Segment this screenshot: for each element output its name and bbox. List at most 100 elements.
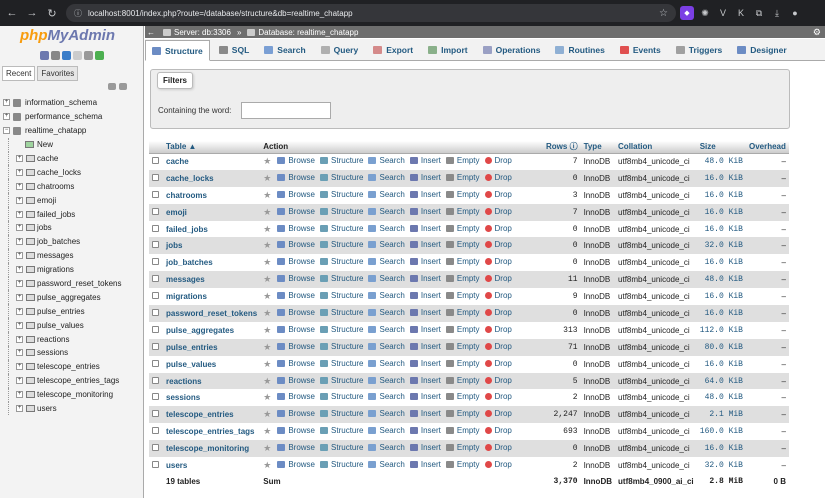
browse-action[interactable]: Browse: [277, 392, 315, 401]
insert-action[interactable]: Insert: [409, 257, 441, 266]
favorite-star-icon[interactable]: ★: [263, 460, 271, 470]
structure-action[interactable]: Structure: [320, 224, 363, 233]
logout-icon[interactable]: [51, 51, 60, 60]
tree-item-users[interactable]: + users: [0, 401, 144, 416]
expand-icon[interactable]: +: [16, 391, 23, 399]
expand-icon[interactable]: +: [16, 335, 23, 343]
tab-triggers[interactable]: Triggers: [670, 40, 729, 60]
table-size[interactable]: 16.0 KiB: [696, 203, 746, 221]
table-name-link[interactable]: jobs: [163, 237, 261, 255]
browse-action[interactable]: Browse: [277, 443, 315, 452]
collapse-all-icon[interactable]: [108, 83, 116, 90]
expand-icon[interactable]: +: [16, 293, 23, 301]
browse-action[interactable]: Browse: [277, 325, 315, 334]
insert-action[interactable]: Insert: [409, 359, 441, 368]
favorite-star-icon[interactable]: ★: [263, 409, 271, 419]
extension-gear-icon[interactable]: ✺: [698, 6, 712, 20]
search-action[interactable]: Search: [368, 409, 405, 418]
expand-icon[interactable]: +: [16, 238, 23, 246]
browse-action[interactable]: Browse: [277, 359, 315, 368]
tree-item-chatrooms[interactable]: + chatrooms: [0, 179, 144, 194]
download-icon[interactable]: ⤓: [770, 6, 784, 20]
favorite-star-icon[interactable]: ★: [263, 274, 271, 284]
favorite-star-icon[interactable]: ★: [263, 173, 271, 183]
settings-icon[interactable]: [84, 51, 93, 60]
structure-action[interactable]: Structure: [320, 409, 363, 418]
tab-query[interactable]: Query: [315, 40, 365, 60]
favorite-star-icon[interactable]: ★: [263, 224, 271, 234]
search-action[interactable]: Search: [368, 224, 405, 233]
tree-item-performance_schema[interactable]: + performance_schema: [0, 110, 144, 124]
drop-action[interactable]: Drop: [484, 426, 512, 435]
expand-icon[interactable]: +: [16, 210, 23, 218]
table-name-link[interactable]: cache: [163, 153, 261, 170]
tab-events[interactable]: Events: [614, 40, 667, 60]
search-action[interactable]: Search: [368, 207, 405, 216]
empty-action[interactable]: Empty: [445, 240, 480, 249]
expand-icon[interactable]: +: [16, 405, 23, 413]
table-size[interactable]: 16.0 KiB: [696, 186, 746, 204]
favorite-star-icon[interactable]: ★: [263, 207, 271, 217]
table-name-link[interactable]: pulse_aggregates: [163, 321, 261, 339]
reload-icon[interactable]: ↻: [44, 5, 60, 21]
row-checkbox[interactable]: [152, 207, 159, 215]
phpmyadmin-logo[interactable]: phpMyAdmin: [20, 27, 115, 44]
search-action[interactable]: Search: [368, 308, 405, 317]
header-overhead[interactable]: Overhead: [745, 141, 789, 154]
tree-item-telescope_entries_tags[interactable]: + telescope_entries_tags: [0, 373, 144, 388]
table-name-link[interactable]: failed_jobs: [163, 220, 261, 238]
browse-action[interactable]: Browse: [277, 409, 315, 418]
profile-icon[interactable]: ●: [788, 6, 802, 20]
insert-action[interactable]: Insert: [409, 443, 441, 452]
structure-action[interactable]: Structure: [320, 342, 363, 351]
tree-item-pulse_aggregates[interactable]: + pulse_aggregates: [0, 290, 144, 305]
tree-item-failed_jobs[interactable]: + failed_jobs: [0, 207, 144, 222]
tree-item-cache_locks[interactable]: + cache_locks: [0, 165, 144, 180]
search-action[interactable]: Search: [368, 274, 405, 283]
forward-arrow-icon[interactable]: →: [24, 5, 40, 21]
drop-action[interactable]: Drop: [484, 392, 512, 401]
insert-action[interactable]: Insert: [409, 156, 441, 165]
docs-icon[interactable]: [73, 51, 82, 60]
insert-action[interactable]: Insert: [409, 240, 441, 249]
table-name-link[interactable]: chatrooms: [163, 186, 261, 204]
structure-action[interactable]: Structure: [320, 156, 363, 165]
search-action[interactable]: Search: [368, 359, 405, 368]
drop-action[interactable]: Drop: [484, 190, 512, 199]
table-size[interactable]: 80.0 KiB: [696, 338, 746, 356]
expand-icon[interactable]: +: [16, 363, 23, 371]
browse-action[interactable]: Browse: [277, 426, 315, 435]
browse-action[interactable]: Browse: [277, 308, 315, 317]
row-checkbox[interactable]: [152, 342, 159, 350]
row-checkbox[interactable]: [152, 308, 159, 316]
extension-v-icon[interactable]: V: [716, 6, 730, 20]
empty-action[interactable]: Empty: [445, 460, 480, 469]
empty-action[interactable]: Empty: [445, 376, 480, 385]
breadcrumb-server[interactable]: Server: db:3306: [163, 28, 231, 37]
search-action[interactable]: Search: [368, 426, 405, 435]
table-size[interactable]: 32.0 KiB: [696, 457, 746, 474]
tree-item-realtime_chatapp[interactable]: − realtime_chatapp: [0, 124, 144, 138]
drop-action[interactable]: Drop: [484, 207, 512, 216]
browse-action[interactable]: Browse: [277, 460, 315, 469]
header-table[interactable]: Table ▲: [163, 141, 261, 154]
table-size[interactable]: 64.0 KiB: [696, 372, 746, 390]
empty-action[interactable]: Empty: [445, 207, 480, 216]
drop-action[interactable]: Drop: [484, 443, 512, 452]
expand-icon[interactable]: +: [16, 196, 23, 204]
table-name-link[interactable]: migrations: [163, 288, 261, 306]
row-checkbox[interactable]: [152, 241, 159, 249]
expand-icon[interactable]: −: [3, 127, 10, 135]
table-name-link[interactable]: cache_locks: [163, 169, 261, 187]
row-checkbox[interactable]: [152, 460, 159, 468]
drop-action[interactable]: Drop: [484, 224, 512, 233]
search-action[interactable]: Search: [368, 173, 405, 182]
table-size[interactable]: 112.0 KiB: [696, 321, 746, 339]
structure-action[interactable]: Structure: [320, 291, 363, 300]
tab-search[interactable]: Search: [258, 40, 311, 60]
search-action[interactable]: Search: [368, 257, 405, 266]
expand-icon[interactable]: +: [16, 168, 23, 176]
insert-action[interactable]: Insert: [409, 460, 441, 469]
insert-action[interactable]: Insert: [409, 190, 441, 199]
table-size[interactable]: 16.0 KiB: [696, 355, 746, 373]
